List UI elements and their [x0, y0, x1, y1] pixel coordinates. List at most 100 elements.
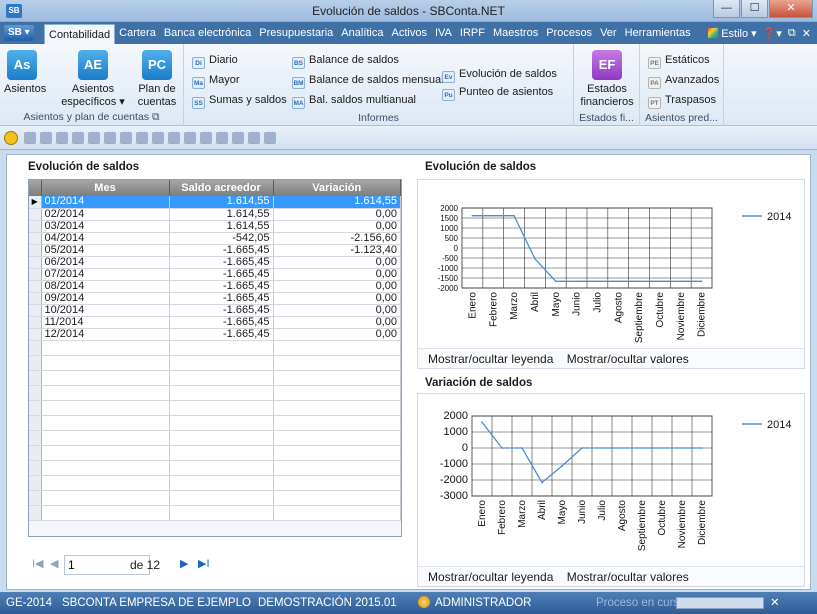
next-icon[interactable] [200, 132, 212, 144]
chart-panel-evolucion: 2000 1500 1000 500 0 -500 -1000 -1500 -2000 Enero… [417, 179, 805, 369]
close-document-icon[interactable]: ✕ [802, 27, 811, 40]
plan-cuentas-button[interactable]: PC Plan de cuentas [134, 50, 180, 109]
traspasos-button[interactable]: PT Traspasos [648, 92, 716, 109]
punteo-asientos-button[interactable]: Pu Punteo de asientos [442, 84, 553, 101]
table-row[interactable]: 07/2014 -1.665,45 0,00 [29, 268, 401, 281]
tab-irpf[interactable]: IRPF [456, 22, 489, 44]
row-selector[interactable] [29, 328, 42, 341]
estados-financieros-button[interactable]: EF Estados financieros [578, 50, 636, 109]
empty-cell [273, 415, 401, 431]
tab-ver[interactable]: Ver [596, 22, 621, 44]
diario-button[interactable]: Di Diario [192, 52, 238, 69]
export-icon[interactable] [104, 132, 116, 144]
save-icon[interactable] [72, 132, 84, 144]
next-page-button[interactable]: ▶ [180, 557, 188, 570]
toggle-values-link[interactable]: Mostrar/ocultar valores [567, 352, 689, 366]
row-selector[interactable] [29, 244, 42, 257]
evolucion-saldos-button[interactable]: Ev Evolución de saldos [442, 66, 557, 83]
tab-herramientas[interactable]: Herramientas [621, 22, 695, 44]
table-row[interactable]: 10/2014 -1.665,45 0,00 [29, 304, 401, 317]
filter-icon[interactable] [232, 132, 244, 144]
delete-icon[interactable] [56, 132, 68, 144]
table-row[interactable]: 06/2014 -1.665,45 0,00 [29, 256, 401, 269]
row-selector[interactable] [29, 304, 42, 317]
row-selector[interactable] [29, 256, 42, 269]
print-icon[interactable] [88, 132, 100, 144]
toggle-legend-link[interactable]: Mostrar/ocultar leyenda [428, 570, 553, 584]
last-page-button[interactable]: ▶I [198, 557, 210, 570]
tab-procesos[interactable]: Procesos [542, 22, 596, 44]
bal-multianual-button[interactable]: MA Bal. saldos multianual [292, 92, 416, 109]
row-selector[interactable] [29, 268, 42, 281]
maximize-button[interactable]: ☐ [741, 0, 768, 18]
copy-icon[interactable] [120, 132, 132, 144]
table-row[interactable]: 11/2014 -1.665,45 0,00 [29, 316, 401, 329]
help-icon[interactable]: ❓▾ [763, 27, 782, 40]
balance-mensual-button[interactable]: BM Balance de saldos mensual [292, 72, 444, 89]
data-point [681, 447, 683, 449]
tab-iva[interactable]: IVA [431, 22, 456, 44]
app-menu-button[interactable]: SB ▾ [4, 25, 34, 41]
empty-cell [29, 445, 42, 461]
estados-financieros-label-1: Estados [587, 83, 627, 95]
column-header-saldo[interactable]: Saldo acreedor [169, 180, 274, 196]
row-selector[interactable] [29, 292, 42, 305]
asientos-especificos-button[interactable]: AE Asientos específicos ▾ [60, 50, 126, 109]
prev-page-button[interactable]: ◀ [50, 557, 58, 570]
x-tick-label: Marzo [517, 500, 528, 528]
row-selector[interactable] [29, 232, 42, 245]
table-row[interactable]: 04/2014 -542,05 -2.156,60 [29, 232, 401, 245]
home-icon[interactable] [4, 131, 18, 145]
toggle-values-link[interactable]: Mostrar/ocultar valores [567, 570, 689, 584]
row-selector[interactable] [29, 316, 42, 329]
restore-ribbon-icon[interactable]: ⧉ [788, 27, 796, 40]
asientos-button[interactable]: As Asientos [4, 50, 46, 96]
paste-icon[interactable] [136, 132, 148, 144]
tab-maestros[interactable]: Maestros [489, 22, 542, 44]
column-header-mes[interactable]: Mes [41, 180, 170, 196]
empty-cell [29, 490, 42, 506]
table-row[interactable]: 08/2014 -1.665,45 0,00 [29, 280, 401, 293]
table-row[interactable]: 02/2014 1.614,55 0,00 [29, 208, 401, 221]
minimize-button[interactable]: — [713, 0, 740, 18]
close-button[interactable]: ✕ [769, 0, 813, 18]
tab-analítica[interactable]: Analítica [337, 22, 387, 44]
edit-icon[interactable] [40, 132, 52, 144]
estilo-menu[interactable]: Estilo ▾ [708, 27, 757, 40]
table-row[interactable]: 03/2014 1.614,55 0,00 [29, 220, 401, 233]
first-page-button[interactable]: I◀ [32, 557, 44, 570]
group-label-informes: Informes [358, 112, 399, 124]
table-row[interactable]: 12/2014 -1.665,45 0,00 [29, 328, 401, 341]
last-icon[interactable] [216, 132, 228, 144]
column-header-variacion[interactable]: Variación [273, 180, 401, 196]
estaticos-button[interactable]: PE Estáticos [648, 52, 710, 69]
cut-icon[interactable] [152, 132, 164, 144]
new-icon[interactable] [24, 132, 36, 144]
first-icon[interactable] [168, 132, 180, 144]
tab-contabilidad[interactable]: Contabilidad [44, 24, 116, 44]
tab-banca-electrónica[interactable]: Banca electrónica [160, 22, 255, 44]
refresh-icon[interactable] [248, 132, 260, 144]
sumas-saldos-button[interactable]: SS Sumas y saldos [192, 92, 287, 109]
table-row[interactable]: ▶ 01/2014 1.614,55 1.614,55 [29, 196, 401, 209]
balance-saldos-button[interactable]: BS Balance de saldos [292, 52, 399, 69]
row-selector[interactable] [29, 208, 42, 221]
tab-presupuestaria[interactable]: Presupuestaria [255, 22, 337, 44]
data-grid[interactable]: Mes Saldo acreedor Variación ▶ 01/2014 1.6… [28, 179, 402, 537]
row-selector[interactable]: ▶ [29, 196, 42, 209]
ribbon-tabs: Contabilidad Cartera Banca electrónica Pres… [44, 22, 695, 44]
toggle-legend-link[interactable]: Mostrar/ocultar leyenda [428, 352, 553, 366]
avanzados-button[interactable]: PA Avanzados [648, 72, 719, 89]
mayor-button[interactable]: Ma Mayor [192, 72, 240, 89]
row-selector[interactable] [29, 280, 42, 293]
dialog-launcher-icon[interactable]: ⧉ [152, 111, 160, 123]
empty-cell [29, 355, 42, 371]
layout-icon[interactable] [264, 132, 276, 144]
table-row[interactable]: 05/2014 -1.665,45 -1.123,40 [29, 244, 401, 257]
tab-activos[interactable]: Activos [388, 22, 431, 44]
row-selector[interactable] [29, 220, 42, 233]
tab-cartera[interactable]: Cartera [115, 22, 160, 44]
prev-icon[interactable] [184, 132, 196, 144]
table-row[interactable]: 09/2014 -1.665,45 0,00 [29, 292, 401, 305]
cancel-process-icon[interactable]: ✕ [770, 592, 780, 614]
